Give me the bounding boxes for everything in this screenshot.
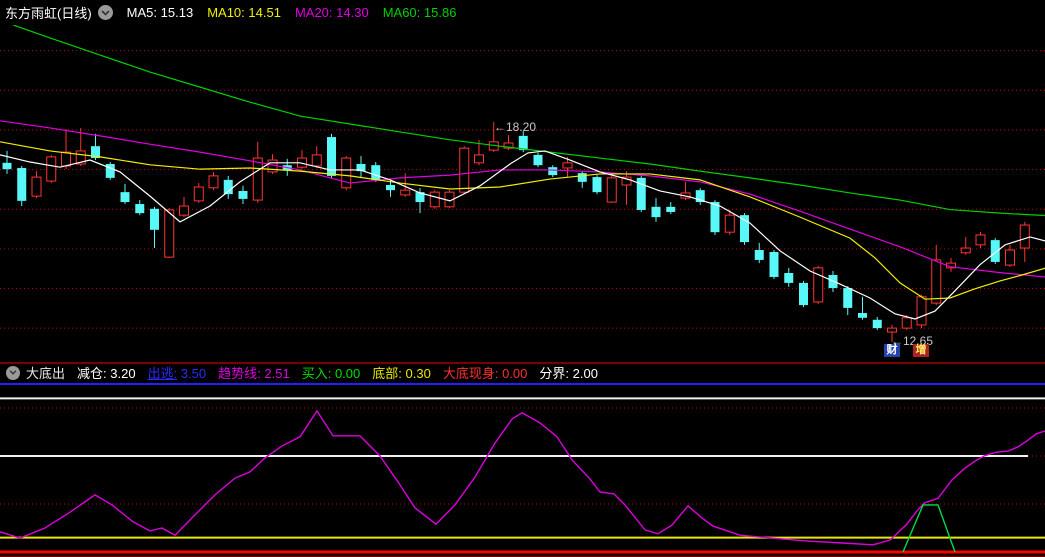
candle[interactable] (135, 200, 144, 215)
field-fenjie: 分界: 2.00 (539, 363, 598, 382)
indicator-series-大底现身 (903, 505, 955, 552)
candle[interactable] (696, 188, 705, 205)
field-dibu-label: 底部: (372, 366, 402, 381)
indicator-chart[interactable] (0, 381, 1045, 557)
candle[interactable] (814, 266, 823, 304)
ma60-value: 15.86 (424, 5, 457, 20)
candle[interactable] (430, 190, 439, 209)
ma60-line (13, 25, 1045, 216)
indicator-header: 大底出 减仓: 3.20 出逃: 3.50 趋势线: 2.51 买入: 0.00… (0, 362, 1045, 381)
field-mairu: 买入: 0.00 (302, 363, 361, 382)
candle[interactable] (534, 153, 543, 167)
signal-badge[interactable]: 增 (913, 344, 929, 357)
field-qushixian-label: 趋势线: (218, 366, 261, 381)
candle[interactable] (312, 146, 321, 168)
candle[interactable] (622, 171, 631, 205)
candle[interactable] (578, 171, 587, 188)
candle[interactable] (1020, 222, 1029, 262)
candle[interactable] (770, 250, 779, 279)
app-window: 东方雨虹(日线) MA5: 15.13 MA10: 14.51 MA20: 14… (0, 0, 1045, 557)
candle[interactable] (209, 172, 218, 190)
ma5-readout: MA5: 15.13 (127, 5, 194, 20)
field-chutao-value: 3.50 (181, 366, 206, 381)
candle[interactable] (947, 258, 956, 272)
candle[interactable] (799, 281, 808, 307)
candle[interactable] (888, 325, 897, 342)
field-dibu: 底部: 0.30 (372, 363, 431, 382)
candle[interactable] (460, 146, 469, 193)
main-chart-header: 东方雨虹(日线) MA5: 15.13 MA10: 14.51 MA20: 14… (0, 0, 1045, 25)
candle[interactable] (17, 166, 26, 206)
field-mairu-label: 买入: (302, 366, 332, 381)
candle[interactable] (342, 156, 351, 190)
ma20-value: 14.30 (336, 5, 369, 20)
ma60-readout: MA60: 15.86 (383, 5, 457, 20)
candle[interactable] (607, 176, 616, 203)
candle[interactable] (755, 243, 764, 263)
candle[interactable] (121, 184, 130, 204)
field-qushixian: 趋势线: 2.51 (218, 363, 290, 382)
candle[interactable] (194, 183, 203, 203)
candle[interactable] (548, 165, 557, 177)
field-dibu-value: 0.30 (406, 366, 431, 381)
candle[interactable] (32, 171, 41, 198)
candle[interactable] (106, 162, 115, 180)
candle[interactable] (637, 176, 646, 212)
stock-title: 东方雨虹(日线) (5, 3, 92, 22)
candle[interactable] (150, 207, 159, 248)
candle[interactable] (681, 182, 690, 200)
candle[interactable] (3, 151, 12, 174)
candle[interactable] (593, 175, 602, 194)
candle[interactable] (843, 286, 852, 315)
candle[interactable] (47, 155, 56, 183)
candle[interactable] (180, 197, 189, 217)
field-jiancang-label: 减仓: (77, 366, 107, 381)
ma60-label: MA60: (383, 5, 421, 20)
candle[interactable] (62, 129, 71, 169)
field-fenjie-label: 分界: (539, 366, 569, 381)
field-mairu-value: 0.00 (335, 366, 360, 381)
candles (3, 122, 1030, 342)
candle[interactable] (298, 150, 307, 169)
chevron-down-icon[interactable] (98, 5, 113, 20)
field-dadixianshen-value: 0.00 (502, 366, 527, 381)
ma5-label: MA5: (127, 5, 157, 20)
ma10-value: 14.51 (248, 5, 281, 20)
candle[interactable] (489, 122, 498, 152)
chevron-down-icon[interactable] (6, 366, 20, 380)
field-qushixian-value: 2.51 (264, 366, 289, 381)
field-chutao: 出逃: 3.50 (148, 363, 207, 382)
ma10-readout: MA10: 14.51 (207, 5, 281, 20)
field-jiancang: 减仓: 3.20 (77, 363, 136, 382)
candle[interactable] (976, 232, 985, 248)
candlestick-chart[interactable] (0, 25, 1045, 362)
ma20-label: MA20: (295, 5, 333, 20)
candle[interactable] (327, 134, 336, 178)
candle[interactable] (961, 237, 970, 255)
field-dadixianshen: 大底现身: 0.00 (443, 363, 528, 382)
signal-badge[interactable]: 财 (884, 344, 900, 357)
candle[interactable] (784, 268, 793, 287)
indicator-name: 大底出 (26, 363, 65, 382)
candle[interactable] (652, 198, 661, 222)
candle[interactable] (239, 186, 248, 204)
candle[interactable] (991, 238, 1000, 264)
candle[interactable] (666, 202, 675, 214)
indicator-series-趋势线 (0, 411, 1045, 545)
candle[interactable] (932, 245, 941, 305)
candle[interactable] (224, 176, 233, 199)
field-jiancang-value: 3.20 (110, 366, 135, 381)
ma5-value: 15.13 (161, 5, 194, 20)
candle[interactable] (858, 297, 867, 320)
candle[interactable] (917, 295, 926, 328)
ma20-readout: MA20: 14.30 (295, 5, 369, 20)
candle[interactable] (357, 156, 366, 177)
ma10-label: MA10: (207, 5, 245, 20)
field-dadixianshen-label: 大底现身: (443, 366, 499, 381)
ma5-line (0, 151, 1045, 319)
field-fenjie-value: 2.00 (573, 366, 598, 381)
candle[interactable] (1006, 245, 1015, 267)
field-chutao-label: 出逃: (148, 366, 178, 381)
